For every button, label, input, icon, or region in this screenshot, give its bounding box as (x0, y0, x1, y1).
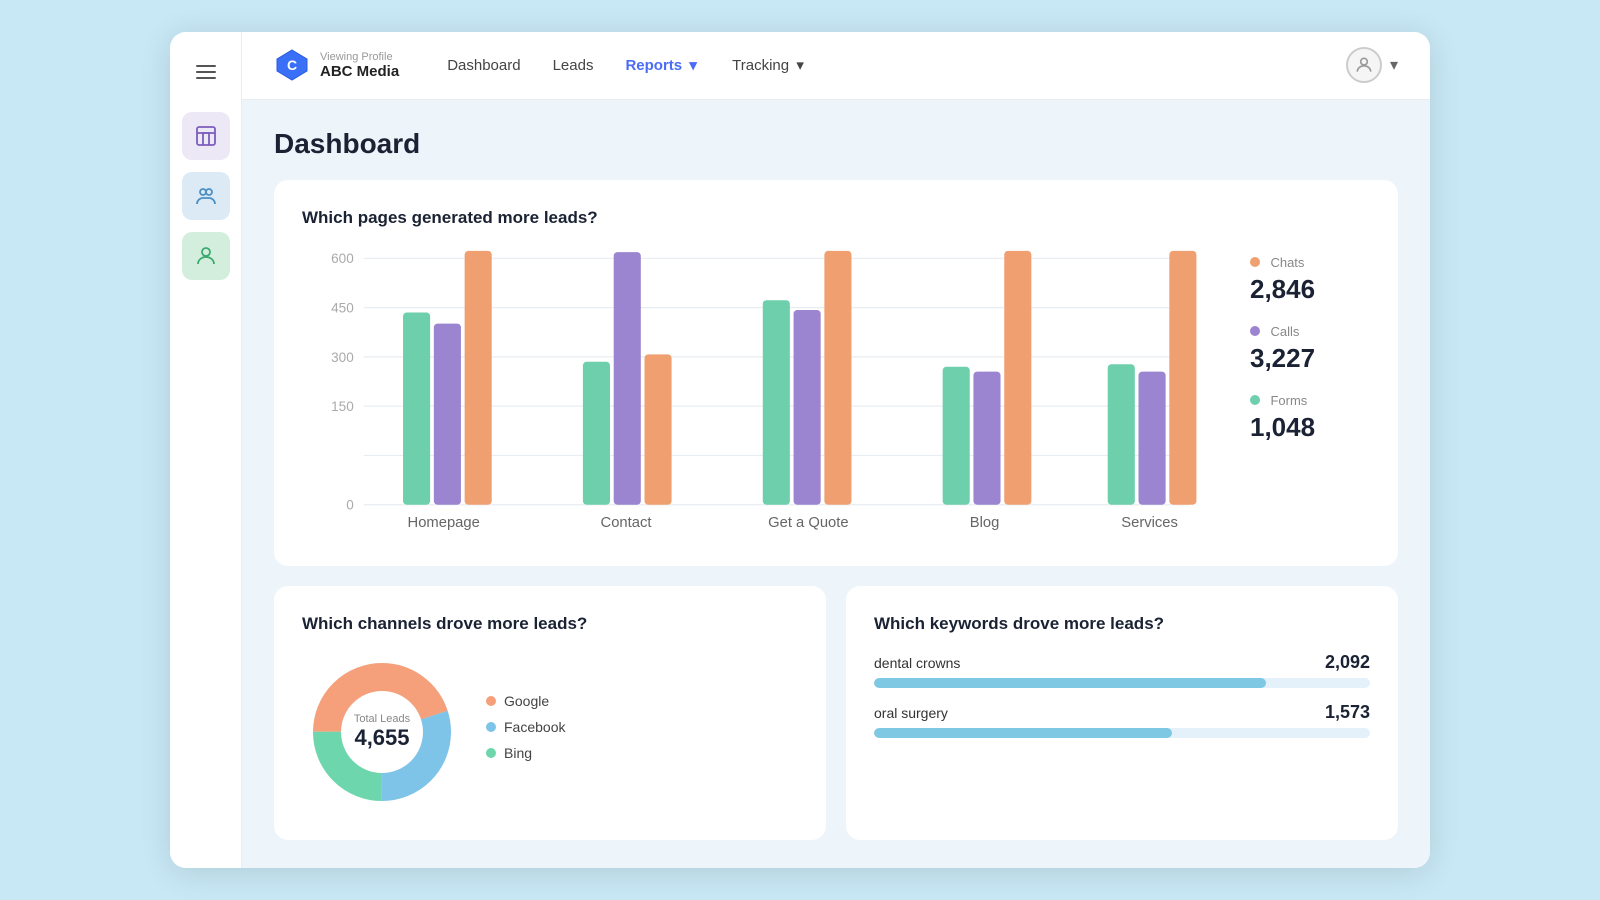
chart-legend: Chats 2,846 Calls 3,227 Forms 1,048 (1250, 246, 1370, 461)
svg-text:Homepage: Homepage (408, 515, 480, 531)
donut-legend: Google Facebook Bing (486, 693, 565, 771)
legend-facebook: Facebook (486, 719, 565, 735)
keyword-value-1: 1,573 (1325, 702, 1370, 723)
page-title: Dashboard (274, 128, 1398, 160)
company-name: ABC Media (320, 63, 399, 80)
svg-text:450: 450 (331, 300, 354, 315)
keyword-item-0: dental crowns 2,092 (874, 652, 1370, 688)
reports-chevron-icon: ▾ (686, 58, 700, 72)
svg-text:Contact: Contact (601, 515, 652, 531)
main-content: Dashboard Which pages generated more lea… (242, 100, 1430, 869)
bing-label: Bing (504, 745, 532, 761)
legend-calls: Calls 3,227 (1250, 323, 1370, 374)
nav-tracking[interactable]: Tracking ▾ (732, 57, 807, 74)
svg-text:300: 300 (331, 349, 354, 364)
google-label: Google (504, 693, 549, 709)
channels-title: Which channels drove more leads? (302, 614, 798, 634)
leads-by-page-card: Which pages generated more leads? (274, 180, 1398, 567)
nav-reports[interactable]: Reports ▾ (625, 57, 700, 74)
bar-chart-svg: 600 450 300 150 0 Homepage (302, 246, 1226, 542)
total-leads-label: Total Leads (354, 713, 410, 725)
keyword-bar-fill-0 (874, 678, 1266, 688)
svg-text:C: C (287, 57, 297, 73)
donut-chart-wrap: Total Leads 4,655 (302, 652, 462, 812)
forms-value: 1,048 (1250, 412, 1370, 443)
donut-label: Total Leads 4,655 (354, 713, 410, 751)
brand: C Viewing Profile ABC Media (274, 47, 399, 83)
keyword-item-1: oral surgery 1,573 (874, 702, 1370, 738)
legend-google: Google (486, 693, 565, 709)
keyword-name-1: oral surgery (874, 705, 948, 721)
legend-bing: Bing (486, 745, 565, 761)
svg-text:Services: Services (1121, 515, 1178, 531)
keyword-name-0: dental crowns (874, 655, 960, 671)
calls-value: 3,227 (1250, 343, 1370, 374)
forms-label: Forms (1270, 393, 1307, 408)
calls-label: Calls (1270, 324, 1299, 339)
svg-text:0: 0 (346, 497, 354, 512)
svg-text:Blog: Blog (970, 515, 1000, 531)
forms-dot (1250, 395, 1260, 405)
bing-dot (486, 748, 496, 758)
facebook-dot (486, 722, 496, 732)
bar-chart-wrap: 600 450 300 150 0 Homepage (302, 246, 1226, 547)
nav-right: ▾ (1346, 47, 1398, 83)
user-avatar-button[interactable] (1346, 47, 1382, 83)
google-dot (486, 696, 496, 706)
keyword-bar-bg-1 (874, 728, 1370, 738)
channels-card: Which channels drove more leads? (274, 586, 826, 840)
viewing-profile-label: Viewing Profile (320, 51, 399, 63)
chats-label: Chats (1270, 255, 1304, 270)
sidebar (170, 32, 242, 869)
sidebar-item-building[interactable] (182, 112, 230, 160)
calls-dot (1250, 326, 1260, 336)
keyword-value-0: 2,092 (1325, 652, 1370, 673)
nav-leads[interactable]: Leads (553, 57, 594, 74)
nav-dashboard[interactable]: Dashboard (447, 57, 520, 74)
bottom-row: Which channels drove more leads? (274, 586, 1398, 840)
keywords-card: Which keywords drove more leads? dental … (846, 586, 1398, 840)
keyword-bar-fill-1 (874, 728, 1172, 738)
donut-area: Total Leads 4,655 Google Faceboo (302, 652, 798, 812)
svg-text:600: 600 (331, 251, 354, 266)
chart-area: 600 450 300 150 0 Homepage (302, 246, 1370, 547)
svg-text:150: 150 (331, 399, 354, 414)
leads-by-page-title: Which pages generated more leads? (302, 208, 1370, 228)
chats-dot (1250, 257, 1260, 267)
sidebar-item-person[interactable] (182, 232, 230, 280)
sidebar-item-group[interactable] (182, 172, 230, 220)
nav-links: Dashboard Leads Reports ▾ Tracking ▾ (447, 57, 1346, 74)
keyword-row-0: dental crowns 2,092 (874, 652, 1370, 673)
brand-logo-icon: C (274, 47, 310, 83)
tracking-chevron-icon: ▾ (793, 58, 807, 72)
main-area: C Viewing Profile ABC Media Dashboard Le… (242, 32, 1430, 869)
keyword-bar-bg-0 (874, 678, 1370, 688)
total-leads-value: 4,655 (354, 725, 410, 751)
legend-forms: Forms 1,048 (1250, 392, 1370, 443)
svg-text:Get a Quote: Get a Quote (768, 515, 848, 531)
keywords-title: Which keywords drove more leads? (874, 614, 1370, 634)
chats-value: 2,846 (1250, 274, 1370, 305)
facebook-label: Facebook (504, 719, 565, 735)
hamburger-menu[interactable] (186, 52, 226, 92)
user-dropdown-chevron-icon[interactable]: ▾ (1390, 55, 1398, 75)
keyword-row-1: oral surgery 1,573 (874, 702, 1370, 723)
top-nav: C Viewing Profile ABC Media Dashboard Le… (242, 32, 1430, 100)
legend-chats: Chats 2,846 (1250, 254, 1370, 305)
